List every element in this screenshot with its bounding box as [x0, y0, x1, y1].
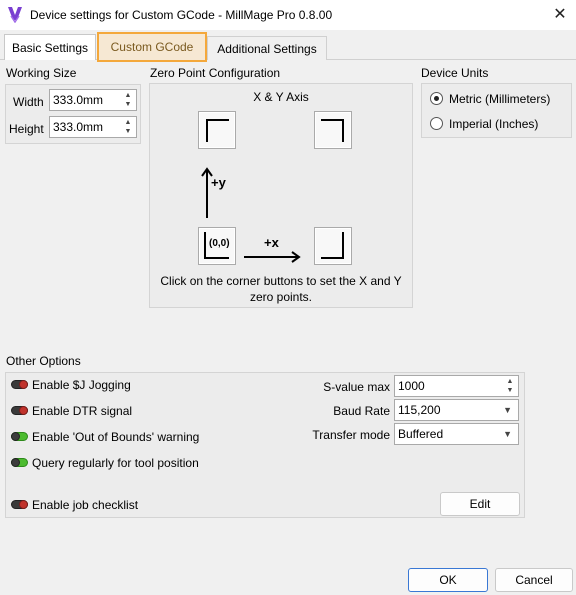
toggle-knob — [11, 432, 20, 441]
tab-custom-gcode[interactable]: Custom GCode — [97, 32, 207, 62]
spin-up-icon[interactable]: ▲ — [121, 91, 135, 100]
out-of-bounds-label: Enable 'Out of Bounds' warning — [32, 430, 200, 444]
job-checklist-label: Enable job checklist — [32, 498, 139, 512]
width-value: 333.0mm — [53, 93, 104, 107]
toggle-knob — [19, 380, 28, 389]
corner-top-left-button[interactable] — [198, 111, 236, 149]
dtr-label: Enable DTR signal — [32, 404, 133, 418]
device-units-heading: Device Units — [421, 66, 489, 80]
query-position-toggle[interactable] — [11, 458, 28, 467]
query-position-label: Query regularly for tool position — [32, 456, 199, 470]
imperial-radio[interactable] — [430, 117, 443, 130]
height-value: 333.0mm — [53, 120, 104, 134]
toggle-knob — [11, 458, 20, 467]
width-input[interactable]: 333.0mm ▲ ▼ — [49, 89, 137, 111]
spin-up-icon[interactable]: ▲ — [503, 377, 517, 386]
corner-top-right-icon — [321, 119, 344, 142]
transfer-mode-value: Buffered — [398, 427, 444, 441]
window-title: Device settings for Custom GCode - MillM… — [30, 8, 333, 22]
svalue-input[interactable]: 1000 ▲ ▼ — [394, 375, 519, 397]
baud-select[interactable]: 115,200 ▼ — [394, 399, 519, 421]
height-input[interactable]: 333.0mm ▲ ▼ — [49, 116, 137, 138]
out-of-bounds-toggle[interactable] — [11, 432, 28, 441]
working-size-heading: Working Size — [6, 66, 77, 80]
spin-up-icon[interactable]: ▲ — [121, 118, 135, 127]
transfer-mode-label: Transfer mode — [312, 428, 390, 442]
cancel-button[interactable]: Cancel — [495, 568, 573, 592]
job-checklist-toggle[interactable] — [11, 500, 28, 509]
edit-button[interactable]: Edit — [440, 492, 520, 516]
corner-bottom-left-button[interactable]: (0,0) — [198, 227, 236, 265]
height-spinner[interactable]: ▲ ▼ — [121, 118, 135, 136]
ok-button[interactable]: OK — [408, 568, 488, 592]
corner-bottom-right-icon — [321, 232, 344, 259]
width-label: Width — [13, 95, 44, 109]
x-axis-arrow-icon — [244, 251, 301, 263]
corner-top-right-button[interactable] — [314, 111, 352, 149]
chevron-down-icon: ▼ — [503, 405, 512, 415]
origin-label: (0,0) — [209, 238, 230, 249]
metric-radio[interactable] — [430, 92, 443, 105]
svalue-value: 1000 — [398, 379, 425, 393]
metric-label[interactable]: Metric (Millimeters) — [449, 92, 550, 106]
jogging-label: Enable $J Jogging — [32, 378, 131, 392]
close-icon[interactable]: ✕ — [548, 3, 572, 27]
svalue-spinner[interactable]: ▲ ▼ — [503, 377, 517, 395]
toggle-knob — [19, 406, 28, 415]
height-label: Height — [9, 122, 44, 136]
svalue-label: S-value max — [323, 380, 390, 394]
zero-point-heading: Zero Point Configuration — [150, 66, 281, 80]
y-axis-label: +y — [211, 175, 226, 190]
transfer-mode-select[interactable]: Buffered ▼ — [394, 423, 519, 445]
app-logo-icon — [8, 7, 22, 23]
xy-axis-subheading: X & Y Axis — [253, 90, 309, 104]
baud-value: 115,200 — [398, 403, 441, 417]
toggle-knob — [19, 500, 28, 509]
x-axis-label: +x — [264, 235, 279, 250]
other-options-heading: Other Options — [6, 354, 81, 368]
spin-down-icon[interactable]: ▼ — [503, 386, 517, 395]
corner-top-left-icon — [206, 119, 229, 142]
imperial-label[interactable]: Imperial (Inches) — [449, 117, 538, 131]
dtr-toggle[interactable] — [11, 406, 28, 415]
corner-bottom-right-button[interactable] — [314, 227, 352, 265]
tab-additional-settings[interactable]: Additional Settings — [207, 36, 327, 60]
jogging-toggle[interactable] — [11, 380, 28, 389]
baud-label: Baud Rate — [333, 404, 390, 418]
width-spinner[interactable]: ▲ ▼ — [121, 91, 135, 109]
spin-down-icon[interactable]: ▼ — [121, 127, 135, 136]
spin-down-icon[interactable]: ▼ — [121, 100, 135, 109]
tab-basic-settings[interactable]: Basic Settings — [4, 34, 96, 60]
zero-point-instruction: Click on the corner buttons to set the X… — [160, 274, 402, 304]
chevron-down-icon: ▼ — [503, 429, 512, 439]
